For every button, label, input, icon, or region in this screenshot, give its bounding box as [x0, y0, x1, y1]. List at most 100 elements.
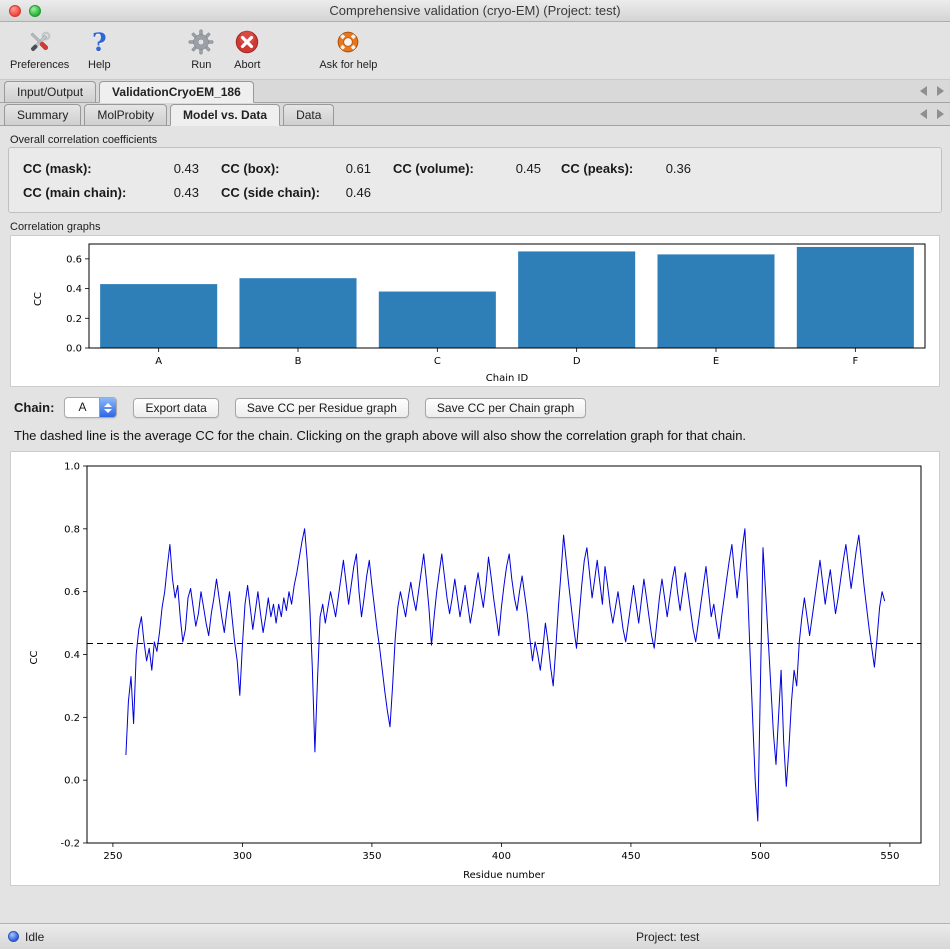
svg-text:550: 550: [880, 851, 899, 862]
cc-mask-value: 0.43: [159, 161, 199, 176]
abort-button[interactable]: Abort: [231, 26, 263, 71]
ask-for-help-button[interactable]: Ask for help: [319, 26, 377, 71]
cc-peaks: CC (peaks): 0.36: [561, 161, 691, 176]
title-bar: Comprehensive validation (cryo-EM) (Proj…: [0, 0, 950, 22]
svg-text:A: A: [155, 356, 162, 367]
svg-text:0.6: 0.6: [64, 587, 80, 598]
status-bar: Idle Project: test: [0, 923, 950, 949]
cc-main-chain-value: 0.43: [159, 185, 199, 200]
svg-text:CC: CC: [29, 651, 40, 665]
cc-per-chain-bar-chart[interactable]: A B C D E F 0.0 0.2 0.4 0.6 Chain ID CC: [11, 236, 937, 386]
cc-volume-value: 0.45: [501, 161, 541, 176]
cc-volume: CC (volume): 0.45: [393, 161, 541, 176]
svg-text:0.8: 0.8: [64, 524, 80, 535]
tab-summary[interactable]: Summary: [4, 104, 81, 126]
svg-text:-0.2: -0.2: [60, 839, 80, 850]
toolbar: Preferences ? Help: [0, 22, 950, 80]
cc-box-value: 0.61: [331, 161, 371, 176]
cc-side-chain: CC (side chain): 0.46: [221, 185, 371, 200]
svg-text:D: D: [573, 356, 581, 367]
overall-section-title: Overall correlation coefficients: [10, 134, 950, 146]
tools-icon: [24, 26, 56, 58]
overall-cc-groupbox: CC (mask): 0.43 CC (box): 0.61 CC (volum…: [8, 147, 942, 213]
preferences-button[interactable]: Preferences: [10, 26, 69, 71]
ask-for-help-label: Ask for help: [319, 59, 377, 71]
save-cc-per-residue-button[interactable]: Save CC per Residue graph: [235, 398, 409, 418]
svg-text:0.2: 0.2: [64, 713, 80, 724]
tab-scroll-left-icon[interactable]: [920, 109, 927, 119]
svg-text:B: B: [295, 356, 302, 367]
svg-text:E: E: [713, 356, 719, 367]
abort-icon: [231, 26, 263, 58]
cc-side-chain-value: 0.46: [331, 185, 371, 200]
inner-tab-bar: Summary MolProbity Model vs. Data Data: [0, 103, 950, 126]
preferences-label: Preferences: [10, 59, 69, 71]
cc-per-residue-chart-panel: 250 300 350 400 450 500 550 -0.2 0.0 0.2 0.4 0.6 0.8…: [10, 451, 940, 886]
cc-volume-label: CC (volume):: [393, 161, 474, 176]
dashed-line-note: The dashed line is the average CC for th…: [14, 428, 936, 443]
window-title: Comprehensive validation (cryo-EM) (Proj…: [0, 3, 950, 18]
svg-text:0.6: 0.6: [66, 254, 82, 265]
graphs-section-title: Correlation graphs: [10, 221, 950, 233]
svg-text:0.0: 0.0: [66, 344, 82, 355]
tab-scroll-left-icon[interactable]: [920, 86, 927, 96]
outer-tab-bar: Input/Output ValidationCryoEM_186: [0, 80, 950, 103]
chain-controls: Chain: A Export data Save CC per Residue…: [14, 397, 950, 418]
save-cc-per-chain-button[interactable]: Save CC per Chain graph: [425, 398, 586, 418]
cc-box-label: CC (box):: [221, 161, 280, 176]
svg-text:1.0: 1.0: [64, 462, 80, 473]
svg-text:300: 300: [233, 851, 252, 862]
cc-box: CC (box): 0.61: [221, 161, 371, 176]
svg-text:F: F: [852, 356, 858, 367]
run-button[interactable]: Run: [185, 26, 217, 71]
svg-text:350: 350: [362, 851, 381, 862]
status-project: Project: test: [636, 930, 699, 944]
combo-stepper-icon: [99, 398, 116, 417]
svg-text:0.4: 0.4: [66, 284, 82, 295]
tab-input-output[interactable]: Input/Output: [4, 81, 96, 103]
life-ring-icon: [332, 26, 364, 58]
cc-main-chain-label: CC (main chain):: [23, 185, 126, 200]
cc-peaks-label: CC (peaks):: [561, 161, 633, 176]
svg-text:400: 400: [492, 851, 511, 862]
svg-text:Residue number: Residue number: [463, 870, 546, 881]
gear-icon: [185, 26, 217, 58]
chain-select-value: A: [65, 398, 99, 417]
chain-label: Chain:: [14, 400, 54, 415]
cc-row-2: CC (main chain): 0.43 CC (side chain): 0…: [23, 185, 927, 200]
tab-scroll-right-icon[interactable]: [937, 109, 944, 119]
cc-main-chain: CC (main chain): 0.43: [23, 185, 199, 200]
abort-label: Abort: [234, 59, 260, 71]
cc-per-chain-chart-panel: A B C D E F 0.0 0.2 0.4 0.6 Chain ID CC: [10, 235, 940, 387]
status-state: Idle: [25, 930, 44, 944]
cc-row-1: CC (mask): 0.43 CC (box): 0.61 CC (volum…: [23, 161, 927, 176]
svg-text:CC: CC: [33, 292, 44, 306]
cc-per-residue-line-chart: 250 300 350 400 450 500 550 -0.2 0.0 0.2 0.4 0.6 0.8…: [11, 452, 937, 885]
zoom-button[interactable]: [29, 5, 41, 17]
cc-mask-label: CC (mask):: [23, 161, 92, 176]
tab-data[interactable]: Data: [283, 104, 334, 126]
svg-text:Chain ID: Chain ID: [486, 373, 529, 384]
svg-text:0.0: 0.0: [64, 776, 80, 787]
tab-scroll-right-icon[interactable]: [937, 86, 944, 96]
tab-model-vs-data[interactable]: Model vs. Data: [170, 104, 280, 126]
tab-validationcryoem-186[interactable]: ValidationCryoEM_186: [99, 81, 254, 103]
svg-text:500: 500: [751, 851, 770, 862]
svg-text:0.4: 0.4: [64, 650, 80, 661]
cc-mask: CC (mask): 0.43: [23, 161, 199, 176]
chain-select[interactable]: A: [64, 397, 117, 418]
cc-side-chain-label: CC (side chain):: [221, 185, 320, 200]
cc-peaks-value: 0.36: [651, 161, 691, 176]
svg-text:C: C: [434, 356, 441, 367]
svg-text:0.2: 0.2: [66, 314, 82, 325]
status-dot-icon: [8, 931, 19, 942]
svg-text:450: 450: [621, 851, 640, 862]
export-data-button[interactable]: Export data: [133, 398, 218, 418]
help-icon: ?: [83, 26, 115, 58]
tab-molprobity[interactable]: MolProbity: [84, 104, 167, 126]
close-button[interactable]: [9, 5, 21, 17]
run-label: Run: [191, 59, 211, 71]
svg-text:250: 250: [103, 851, 122, 862]
help-button[interactable]: ? Help: [83, 26, 115, 71]
window-controls: [9, 5, 41, 17]
